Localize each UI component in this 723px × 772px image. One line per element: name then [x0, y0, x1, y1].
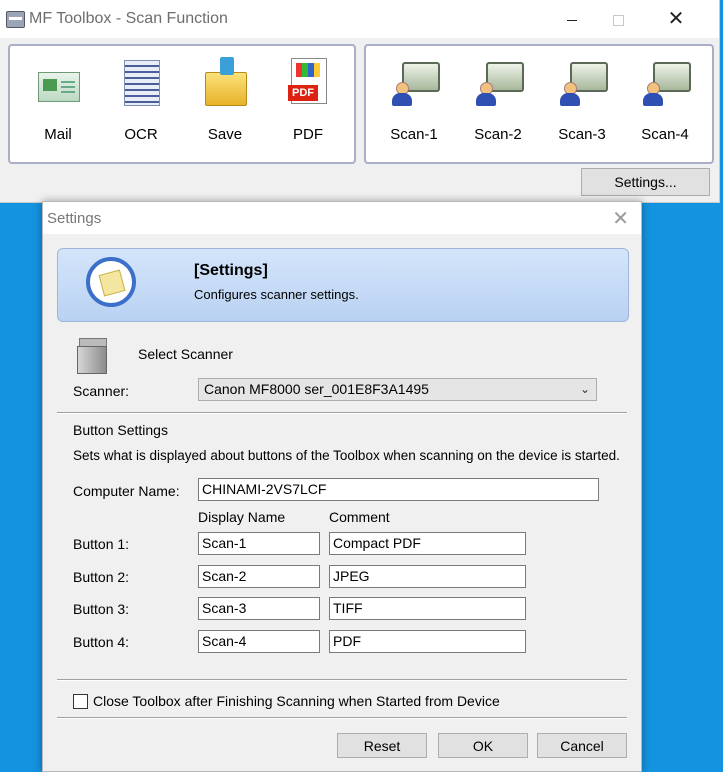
dialog-title-bar: Settings ✕ [43, 202, 641, 234]
banner-title: [Settings] [194, 262, 268, 279]
button-3-label: Button 3: [73, 601, 130, 617]
scan-1-button[interactable]: Scan-1 [374, 52, 454, 152]
save-button-label: Save [207, 126, 243, 143]
button-1-label: Button 1: [73, 536, 130, 552]
scan-user-icon [392, 58, 440, 106]
chevron-down-icon: ⌄ [579, 382, 590, 396]
button-1-comment-field[interactable]: Compact PDF [329, 532, 526, 555]
button-4-label: Button 4: [73, 634, 130, 650]
scan-3-button[interactable]: Scan-3 [542, 52, 622, 152]
pdf-button[interactable]: PDF [268, 52, 348, 152]
mail-button[interactable]: Mail [18, 52, 98, 152]
display-name-column-header: Display Name [198, 509, 286, 525]
scanner-select[interactable]: Canon MF8000 ser_001E8F3A1495 ⌄ [198, 378, 597, 401]
cancel-button[interactable]: Cancel [537, 733, 627, 758]
window-title: MF Toolbox - Scan Function [29, 10, 228, 27]
computer-name-field[interactable]: CHINAMI-2VS7LCF [198, 478, 599, 501]
scan-user-icon [560, 58, 608, 106]
button-2-display-name-field[interactable]: Scan-2 [198, 565, 320, 588]
minimize-button[interactable] [549, 0, 595, 38]
scan-1-label: Scan-1 [390, 126, 438, 143]
settings-button[interactable]: Settings... [581, 168, 710, 196]
button-3-comment-field[interactable]: TIFF [329, 597, 526, 620]
maximize-icon [612, 14, 624, 26]
printer-icon [77, 338, 107, 374]
ocr-icon [124, 60, 160, 106]
select-scanner-label: Select Scanner [138, 346, 233, 362]
maximize-button[interactable] [595, 0, 641, 38]
section-divider [57, 679, 627, 681]
scan-user-icon [476, 58, 524, 106]
scan-2-label: Scan-2 [474, 126, 522, 143]
button-3-display-name-field[interactable]: Scan-3 [198, 597, 320, 620]
settings-banner: [Settings] Configures scanner settings. [57, 248, 629, 322]
settings-icon [86, 257, 136, 307]
scan-3-label: Scan-3 [558, 126, 606, 143]
button-4-display-name-field[interactable]: Scan-4 [198, 630, 320, 653]
button-settings-heading: Button Settings [73, 422, 168, 438]
close-button[interactable]: ✕ [653, 0, 699, 38]
toolbox-app-icon [6, 11, 25, 28]
minimize-icon [567, 19, 577, 21]
close-toolbox-label: Close Toolbox after Finishing Scanning w… [93, 693, 500, 709]
close-toolbox-checkbox[interactable] [73, 694, 88, 709]
function-button-group: Mail OCR Save PDF [8, 44, 356, 164]
save-button[interactable]: Save [185, 52, 265, 152]
scan-user-icon [643, 58, 691, 106]
button-2-label: Button 2: [73, 569, 130, 585]
mail-button-label: Mail [44, 126, 72, 143]
settings-dialog: Settings ✕ [Settings] Configures scanner… [42, 201, 642, 772]
button-2-comment-field[interactable]: JPEG [329, 565, 526, 588]
reset-button[interactable]: Reset [337, 733, 427, 758]
button-1-display-name-field[interactable]: Scan-1 [198, 532, 320, 555]
section-divider [57, 412, 627, 414]
dialog-title: Settings [47, 210, 102, 227]
ocr-button-label: OCR [124, 126, 158, 143]
mail-icon [38, 72, 80, 102]
computer-name-label: Computer Name: [73, 483, 180, 499]
mf-toolbox-window: MF Toolbox - Scan Function ✕ Mail OCR Sa… [0, 0, 720, 203]
pdf-button-label: PDF [293, 126, 323, 143]
scan-4-label: Scan-4 [641, 126, 689, 143]
section-divider [57, 717, 627, 719]
close-icon: ✕ [667, 8, 685, 30]
scanner-label: Scanner: [73, 383, 130, 399]
title-bar: MF Toolbox - Scan Function ✕ [0, 0, 719, 38]
pdf-icon [288, 58, 327, 104]
dialog-close-icon[interactable]: ✕ [612, 206, 629, 231]
scanner-select-value: Canon MF8000 ser_001E8F3A1495 [204, 381, 429, 397]
folder-save-icon [205, 57, 247, 106]
comment-column-header: Comment [329, 509, 390, 525]
button-4-comment-field[interactable]: PDF [329, 630, 526, 653]
scan-4-button[interactable]: Scan-4 [625, 52, 705, 152]
banner-subtitle: Configures scanner settings. [194, 287, 359, 302]
ok-button[interactable]: OK [438, 733, 528, 758]
scan-button-group: Scan-1 Scan-2 Scan-3 Scan-4 [364, 44, 714, 164]
ocr-button[interactable]: OCR [101, 52, 181, 152]
button-settings-description: Sets what is displayed about buttons of … [73, 448, 620, 463]
scan-2-button[interactable]: Scan-2 [458, 52, 538, 152]
